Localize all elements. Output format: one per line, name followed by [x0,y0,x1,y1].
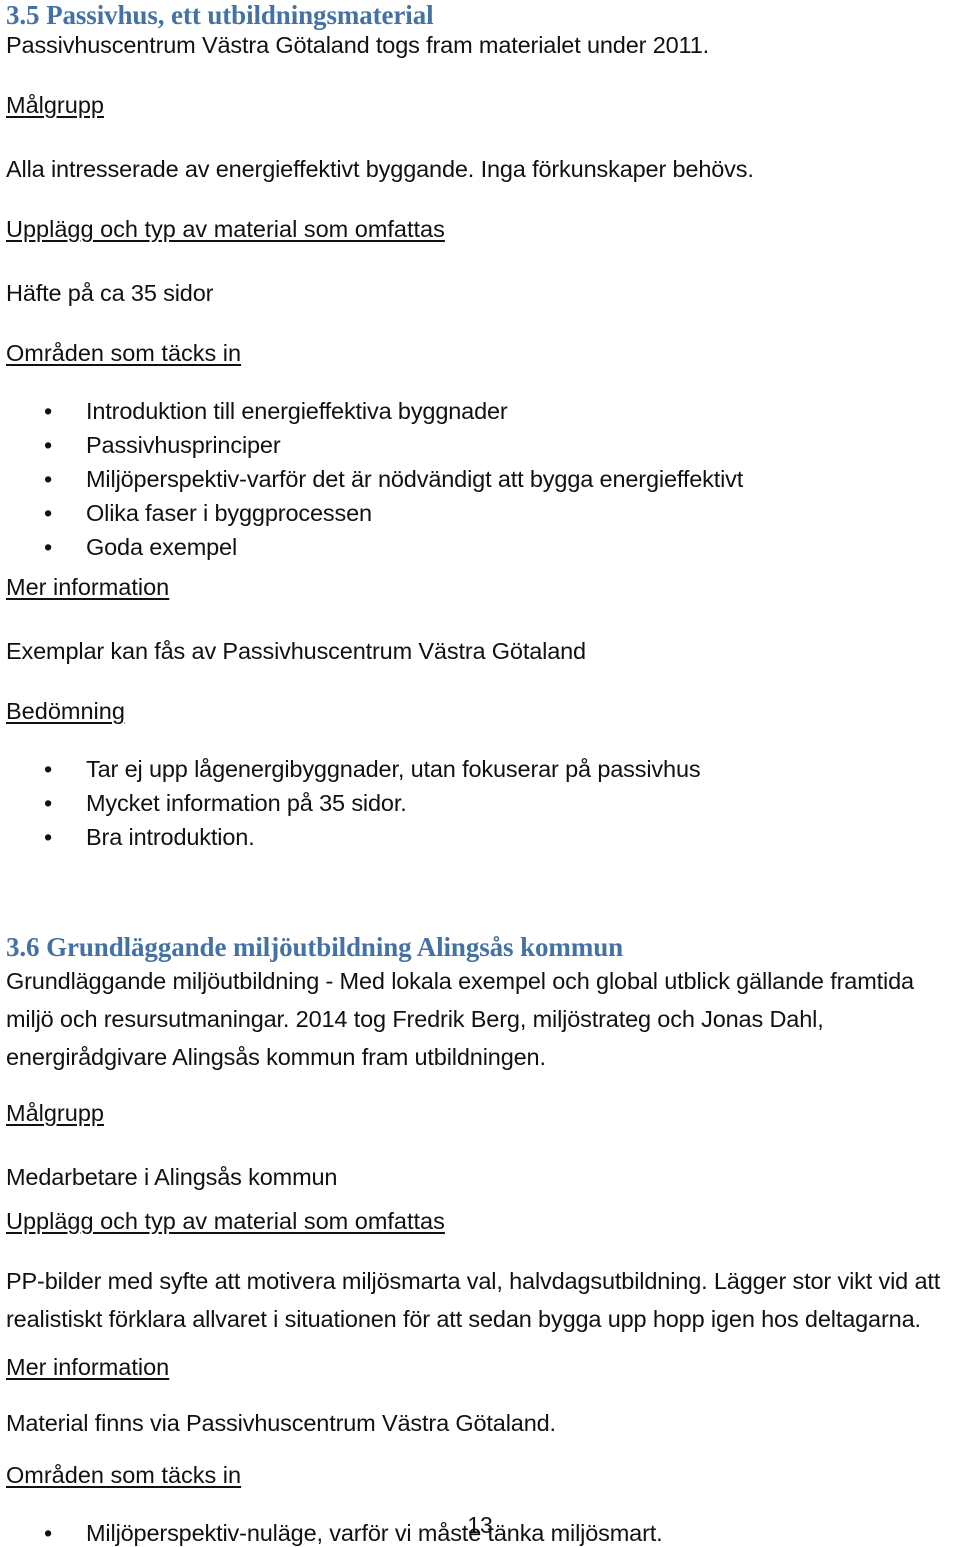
subheading-upplagg: Upplägg och typ av material som omfattas [6,216,445,242]
subheading-bedomning: Bedömning [6,698,125,724]
subheading-omraden: Områden som täcks in [6,340,242,366]
list-item-label: Olika faser i byggprocessen [86,500,372,526]
bullet-icon: • [44,790,53,816]
block-text-merinfo-3-6: Material finns via Passivhuscentrum Väst… [6,1410,556,1436]
list-item-label: Passivhusprinciper [86,432,281,458]
list-item-label: Miljöperspektiv-varför det är nödvändigt… [86,466,744,492]
bullet-icon: • [44,466,53,492]
bullet-icon: • [44,824,53,850]
bullet-icon: • [44,756,53,782]
list-item: • Passivhusprinciper [6,428,954,462]
bullet-list-bedomning-3-5: • Tar ej upp lågenergibyggnader, utan fo… [6,752,954,854]
list-item: • Introduktion till energieffektiva bygg… [6,394,954,428]
list-item-label: Tar ej upp lågenergibyggnader, utan foku… [86,756,701,782]
block-text-upplagg-3-5: Häfte på ca 35 sidor [6,280,214,306]
bullet-list-omraden-3-5: • Introduktion till energieffektiva bygg… [6,394,954,564]
block-text-merinfo-3-5: Exemplar kan fås av Passivhuscentrum Väs… [6,638,586,664]
list-item-label: Goda exempel [86,534,238,560]
subheading-omraden: Områden som täcks in [6,1462,242,1488]
block-text-malgrupp-3-5: Alla intresserade av energieffektivt byg… [6,156,754,182]
document-page: 3.5 Passivhus, ett utbildningsmaterial P… [0,0,960,1547]
section-intro-3-6: Grundläggande miljöutbildning - Med loka… [6,968,914,1070]
bullet-icon: • [44,398,53,424]
subheading-row-malgrupp-3-5: Målgrupp [6,90,954,124]
list-item-label: Mycket information på 35 sidor. [86,790,407,816]
section-intro-3-5: Passivhuscentrum Västra Götaland togs fr… [6,32,710,58]
subheading-malgrupp: Målgrupp [6,92,104,118]
bullet-icon: • [44,534,53,560]
subheading-row-omraden-3-6: Områden som täcks in [6,1460,954,1494]
list-item-label: Introduktion till energieffektiva byggna… [86,398,508,424]
subheading-malgrupp: Målgrupp [6,1100,104,1126]
list-item: • Bra introduktion. [6,820,954,854]
block-text-malgrupp-3-6: Medarbetare i Alingsås kommun [6,1164,338,1190]
subheading-row-bedomning-3-5: Bedömning [6,696,954,730]
list-item: • Goda exempel [6,530,954,564]
section-heading-3-6: 3.6 Grundläggande miljöutbildning Alings… [6,932,624,962]
subheading-row-merinfo-3-5: Mer information [6,572,954,606]
section-heading-3-5: 3.5 Passivhus, ett utbildningsmaterial [6,0,434,30]
page-number: 13 [467,1512,493,1538]
subheading-upplagg: Upplägg och typ av material som omfattas [6,1208,445,1234]
bullet-icon: • [44,500,53,526]
subheading-row-upplagg-3-6: Upplägg och typ av material som omfattas [6,1206,954,1240]
subheading-row-upplagg-3-5: Upplägg och typ av material som omfattas [6,214,954,248]
block-text-upplagg-3-6: PP-bilder med syfte att motivera miljösm… [6,1268,941,1332]
subheading-mer-information: Mer information [6,1354,170,1380]
subheading-row-merinfo-3-6: Mer information [6,1352,954,1386]
list-item: • Miljöperspektiv-varför det är nödvändi… [6,462,954,496]
subheading-row-malgrupp-3-6: Målgrupp [6,1098,954,1132]
subheading-mer-information: Mer information [6,574,170,600]
list-item: • Olika faser i byggprocessen [6,496,954,530]
subheading-row-omraden-3-5: Områden som täcks in [6,338,954,372]
list-item-label: Bra introduktion. [86,824,255,850]
bullet-icon: • [44,432,53,458]
list-item: • Tar ej upp lågenergibyggnader, utan fo… [6,752,954,786]
list-item: • Mycket information på 35 sidor. [6,786,954,820]
